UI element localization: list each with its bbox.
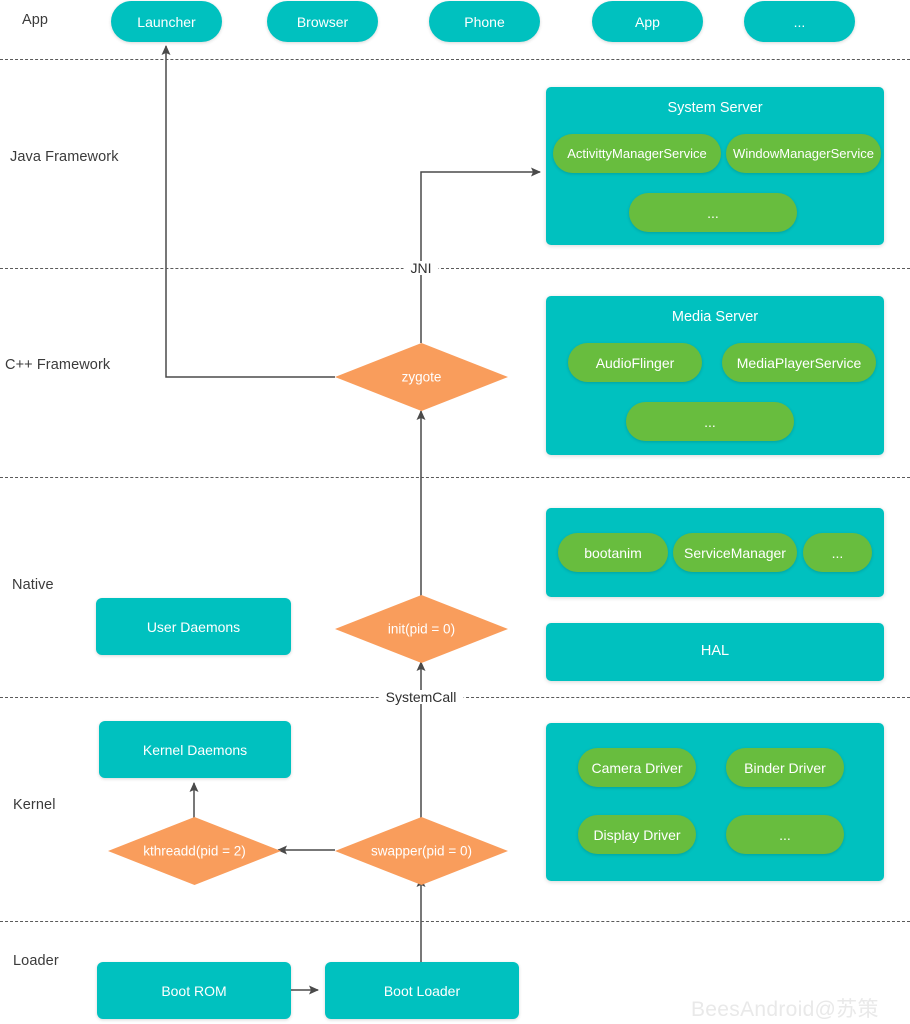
swapper-diamond-shape (335, 817, 508, 885)
media-server-item-mediaplayerservice[interactable]: MediaPlayerService (722, 343, 876, 382)
system-server-item-more-label: ... (707, 204, 719, 221)
boot-rom-label: Boot ROM (161, 982, 227, 999)
boot-loader-label: Boot Loader (383, 982, 461, 999)
native-service-more[interactable]: ... (803, 533, 872, 572)
connector-zygote-to-launcher (161, 45, 335, 378)
system-server-item-more[interactable]: ... (629, 193, 797, 232)
init-diamond-shape (335, 595, 508, 663)
native-service-more-label: ... (831, 544, 844, 561)
boot-rom-box[interactable]: Boot ROM (97, 962, 291, 1019)
app-pill-app[interactable]: App (592, 1, 703, 42)
app-pill-browser-label: Browser (296, 13, 349, 30)
connector-zygote-to-system-server (420, 167, 541, 343)
hal-box: HAL (546, 623, 884, 681)
hal-label: HAL (700, 643, 730, 659)
media-server-item-mediaplayerservice-label: MediaPlayerService (736, 354, 862, 371)
divider-cpp-native (0, 477, 910, 478)
app-pill-phone-label: Phone (464, 13, 505, 30)
kernel-driver-display-label: Display Driver (593, 826, 681, 843)
native-service-servicemanager-label: ServiceManager (684, 544, 786, 561)
media-server-group: Media Server AudioFlinger MediaPlayerSer… (546, 296, 884, 455)
system-server-item-window-manager-service-label: WindowManagerService (733, 146, 874, 161)
kernel-driver-camera[interactable]: Camera Driver (578, 748, 696, 787)
zygote-diamond-shape (335, 343, 508, 411)
app-pill-launcher-label: Launcher (137, 13, 196, 30)
process-init[interactable]: init(pid = 0) (335, 595, 508, 663)
android-architecture-diagram: JNI SystemCall App Java Framework C++ Fr… (0, 0, 910, 1024)
process-swapper[interactable]: swapper(pid = 0) (335, 817, 508, 885)
app-pill-browser[interactable]: Browser (267, 1, 378, 42)
media-server-item-audioflinger[interactable]: AudioFlinger (568, 343, 702, 382)
media-server-title: Media Server (671, 309, 759, 325)
kernel-drivers-group: Camera Driver Binder Driver Display Driv… (546, 723, 884, 881)
system-server-item-activity-manager-service-label: ActivittyManagerService (567, 146, 707, 161)
kernel-driver-display[interactable]: Display Driver (578, 815, 696, 854)
layer-label-kernel: Kernel (13, 797, 56, 813)
native-services-group: bootanim ServiceManager ... (546, 508, 884, 597)
process-zygote[interactable]: zygote (335, 343, 508, 411)
system-server-group: System Server ActivittyManagerService Wi… (546, 87, 884, 245)
kernel-daemons-box[interactable]: Kernel Daemons (99, 721, 291, 778)
system-server-item-activity-manager-service[interactable]: ActivittyManagerService (553, 134, 721, 173)
divider-app-java (0, 59, 910, 60)
layer-label-loader: Loader (13, 953, 59, 969)
app-pill-phone[interactable]: Phone (429, 1, 540, 42)
native-service-bootanim[interactable]: bootanim (558, 533, 668, 572)
layer-label-native: Native (12, 577, 54, 593)
divider-label-jni: JNI (403, 261, 439, 275)
app-pill-app-label: App (635, 13, 660, 30)
divider-kernel-loader (0, 921, 910, 922)
layer-label-java-framework: Java Framework (10, 149, 119, 165)
boot-loader-box[interactable]: Boot Loader (325, 962, 519, 1019)
layer-label-cpp-framework: C++ Framework (5, 357, 111, 373)
kernel-driver-binder-label: Binder Driver (744, 759, 826, 776)
native-service-bootanim-label: bootanim (584, 544, 642, 561)
app-pill-more[interactable]: ... (744, 1, 855, 42)
app-pill-launcher[interactable]: Launcher (111, 1, 222, 42)
kernel-driver-camera-label: Camera Driver (591, 759, 683, 776)
app-pill-more-label: ... (793, 13, 806, 30)
user-daemons-box[interactable]: User Daemons (96, 598, 291, 655)
kernel-driver-more-label: ... (779, 826, 791, 843)
system-server-title: System Server (667, 100, 763, 116)
watermark: BeesAndroid@苏策 (691, 998, 879, 1021)
process-kthreadd[interactable]: kthreadd(pid = 2) (108, 817, 281, 885)
user-daemons-label: User Daemons (146, 618, 241, 635)
native-service-servicemanager[interactable]: ServiceManager (673, 533, 797, 572)
media-server-item-more[interactable]: ... (626, 402, 794, 441)
layer-label-app: App (22, 12, 49, 28)
kernel-driver-more[interactable]: ... (726, 815, 844, 854)
media-server-item-more-label: ... (704, 413, 716, 430)
kthreadd-diamond-shape (108, 817, 281, 885)
system-server-item-window-manager-service[interactable]: WindowManagerService (726, 134, 881, 173)
divider-java-cpp (0, 268, 910, 269)
media-server-item-audioflinger-label: AudioFlinger (595, 354, 675, 371)
kernel-daemons-label: Kernel Daemons (142, 741, 248, 758)
kernel-driver-binder[interactable]: Binder Driver (726, 748, 844, 787)
divider-label-systemcall: SystemCall (378, 690, 464, 704)
